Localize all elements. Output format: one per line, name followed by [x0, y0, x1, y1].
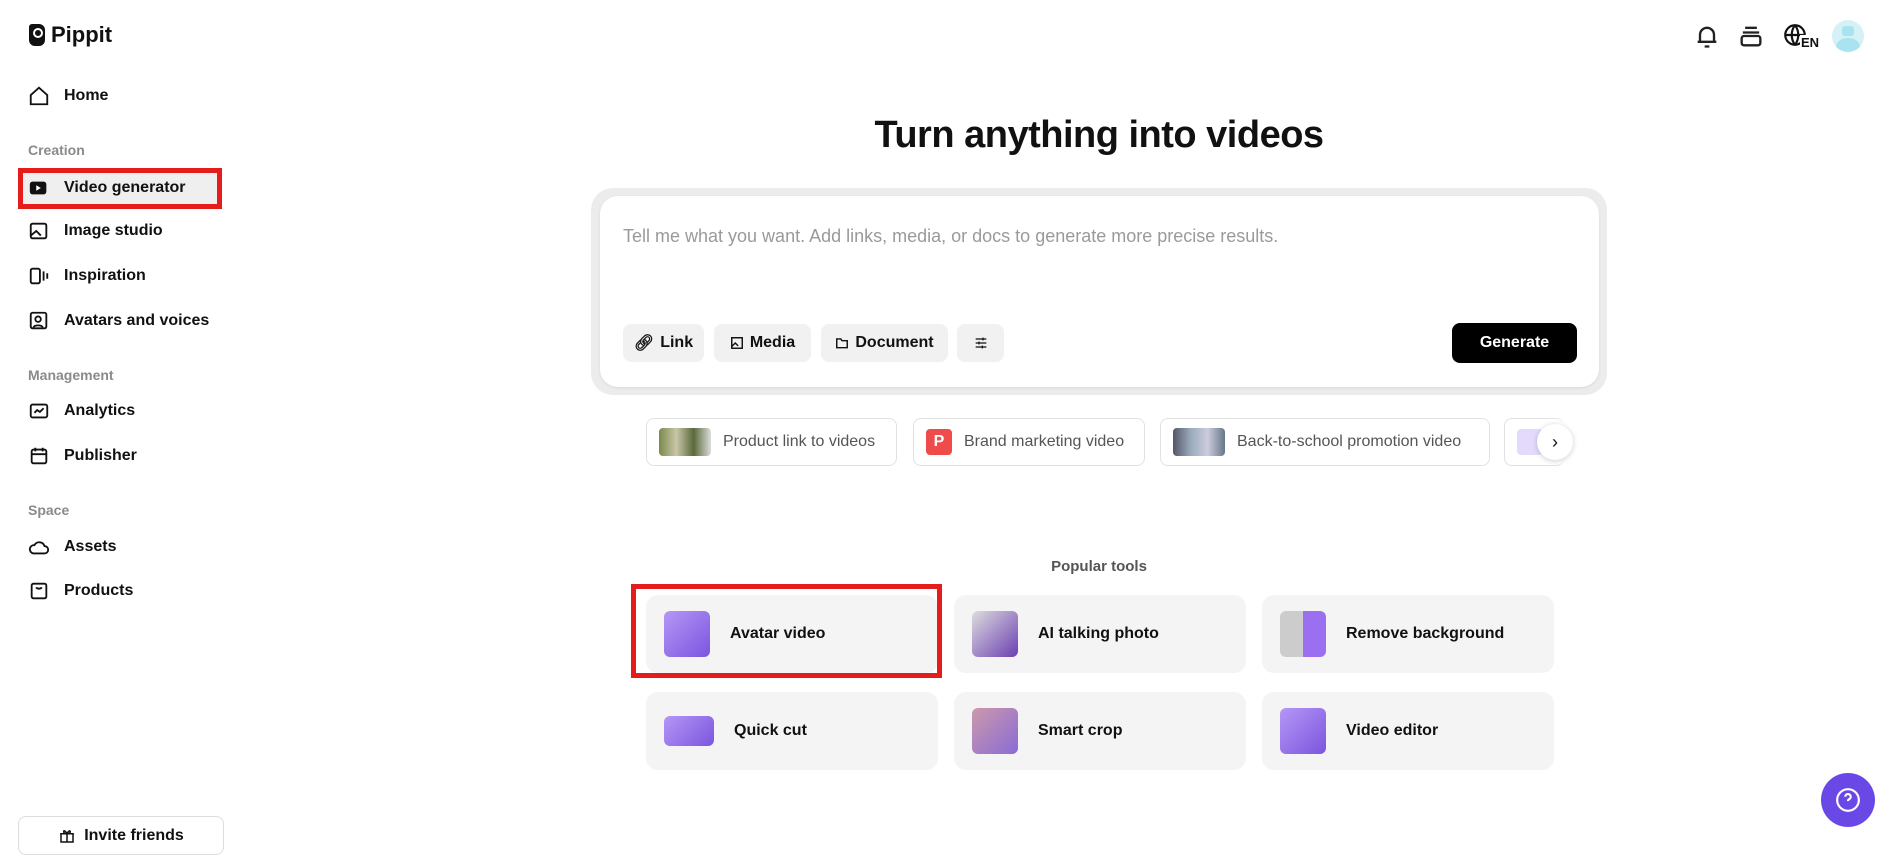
next-suggestions-button[interactable]: › [1537, 424, 1573, 460]
paperclip-icon: 🔗︎ [633, 335, 655, 352]
smart-crop-icon [972, 708, 1018, 754]
chip-label: Back-to-school promotion video [1237, 433, 1462, 450]
sidebar-item-label: Video generator [64, 179, 186, 196]
language-code: EN [1800, 35, 1821, 50]
bell-icon[interactable] [1693, 22, 1721, 50]
sidebar-item-home[interactable]: Home [18, 76, 222, 116]
help-button[interactable] [1821, 773, 1875, 827]
question-icon [1836, 788, 1860, 812]
image-icon [730, 337, 743, 349]
language-selector[interactable]: EN [1782, 22, 1821, 52]
folder-icon [836, 338, 849, 349]
popular-tools-label: Popular tools [1051, 558, 1147, 575]
sidebar-item-products[interactable]: Products [18, 571, 222, 611]
chip-label: Product link to videos [723, 433, 876, 450]
sliders-icon [975, 337, 986, 349]
tool-ai-talking-photo[interactable]: AI talking photo [954, 595, 1246, 673]
prompt-placeholder: Tell me what you want. Add links, media,… [623, 226, 1279, 246]
tool-label: Video editor [1346, 722, 1439, 739]
suggestion-chip[interactable]: Back-to-school promotion video [1160, 418, 1490, 466]
sidebar-item-label: Home [64, 87, 109, 104]
brand-badge-icon: P [926, 429, 952, 455]
cloud-icon [28, 541, 50, 555]
tool-smart-crop[interactable]: Smart crop [954, 692, 1246, 770]
sidebar-item-label: Products [64, 582, 134, 599]
tool-label: Remove background [1346, 625, 1505, 642]
subscription-icon[interactable] [1737, 22, 1765, 50]
brand-name: Pippit [51, 22, 113, 47]
talking-photo-icon [972, 611, 1018, 657]
image-studio-icon [29, 222, 48, 240]
video-generator-icon [29, 181, 47, 195]
chevron-right-icon: › [1552, 431, 1558, 452]
media-button[interactable]: Media [714, 324, 811, 362]
settings-button[interactable] [957, 324, 1004, 362]
section-management: Management [28, 367, 114, 383]
tool-quick-cut[interactable]: Quick cut [646, 692, 938, 770]
bag-icon [30, 582, 48, 600]
inspiration-icon [29, 267, 49, 285]
sidebar-item-label: Analytics [64, 402, 136, 419]
sidebar-item-label: Assets [64, 538, 117, 555]
sidebar-item-label: Publisher [64, 447, 137, 464]
document-label: Document [855, 334, 934, 351]
user-avatar[interactable] [1832, 20, 1864, 52]
suggestion-chip[interactable]: P Brand marketing video [913, 418, 1145, 466]
media-label: Media [749, 334, 796, 351]
thumbnail-image [1173, 428, 1225, 456]
sidebar-item-label: Avatars and voices [64, 312, 210, 329]
logo-icon [29, 24, 45, 46]
gift-icon [60, 829, 74, 843]
sidebar-item-publisher[interactable]: Publisher [18, 436, 222, 476]
avatar-body [1836, 38, 1860, 52]
invite-label: Invite friends [84, 826, 184, 844]
quick-cut-icon [664, 716, 714, 746]
sidebar-item-avatars-and-voices[interactable]: Avatars and voices [18, 301, 222, 341]
generate-button[interactable]: Generate [1452, 323, 1577, 363]
sidebar-item-label: Image studio [64, 222, 163, 239]
tool-label: Avatar video [730, 625, 826, 642]
sidebar-item-image-studio[interactable]: Image studio [18, 211, 222, 251]
avatar-head [1842, 26, 1854, 36]
avatar-icon [29, 311, 48, 330]
link-label: Link [660, 334, 694, 351]
sidebar-item-analytics[interactable]: Analytics [18, 391, 222, 431]
link-button[interactable]: 🔗︎ Link [623, 324, 704, 362]
section-space: Space [28, 502, 70, 518]
sidebar-item-inspiration[interactable]: Inspiration [18, 256, 222, 296]
sidebar-item-video-generator[interactable]: Video generator [18, 168, 222, 208]
tool-video-editor[interactable]: Video editor [1262, 692, 1554, 770]
calendar-icon [30, 447, 48, 465]
pippit-logo[interactable]: Pippit [29, 22, 112, 48]
invite-friends-button[interactable]: Invite friends [18, 816, 224, 855]
sidebar-item-label: Inspiration [64, 267, 146, 284]
analytics-icon [29, 403, 49, 419]
home-icon [29, 86, 49, 106]
thumbnail-image [659, 428, 711, 456]
page-title: Turn anything into videos [874, 114, 1324, 156]
suggestion-chip[interactable]: Product link to videos [646, 418, 897, 466]
tool-remove-background[interactable]: Remove background [1262, 595, 1554, 673]
tool-label: Quick cut [734, 722, 807, 739]
tool-avatar-video[interactable]: Avatar video [646, 595, 938, 673]
tool-label: Smart crop [1038, 722, 1123, 739]
remove-background-icon [1280, 611, 1326, 657]
chip-label: Brand marketing video [964, 433, 1125, 450]
tool-label: AI talking photo [1038, 625, 1159, 642]
video-editor-icon [1280, 708, 1326, 754]
document-button[interactable]: Document [821, 324, 948, 362]
avatar-video-icon [664, 611, 710, 657]
